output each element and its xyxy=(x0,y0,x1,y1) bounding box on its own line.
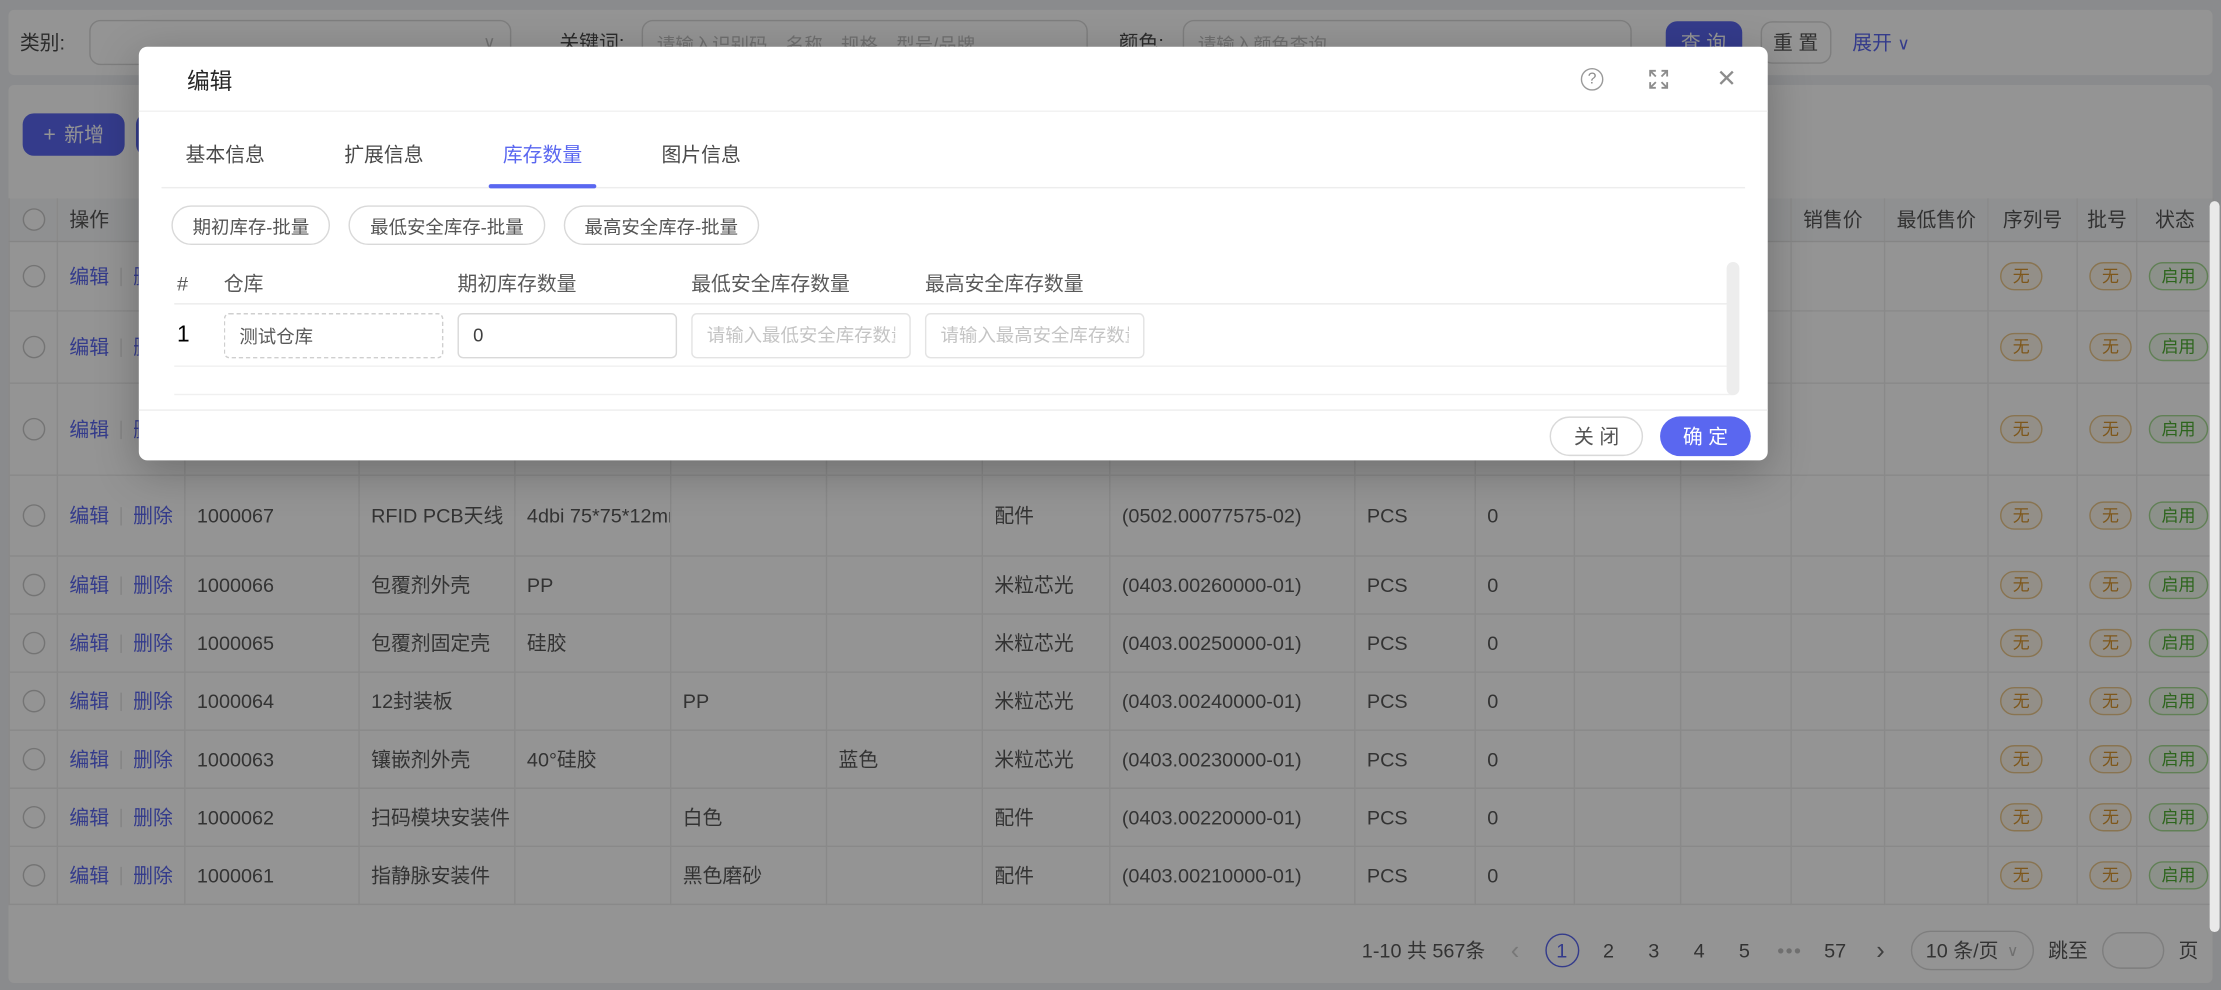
active-tab-ink-bar xyxy=(489,184,597,188)
page: 类别: ∨ 关键词: 请输入识别码、名称、规格、型号/品牌 颜色: 请输入颜色查… xyxy=(0,0,2221,990)
stock-row-index: 1 xyxy=(174,322,224,347)
modal-header: 编辑 ? ✕ xyxy=(139,47,1768,112)
batch-button[interactable]: 最低安全库存-批量 xyxy=(349,205,545,245)
stock-col-warehouse: 仓库 xyxy=(224,268,458,296)
min-stock-input[interactable] xyxy=(691,312,911,357)
tab-库存数量[interactable]: 库存数量 xyxy=(489,140,597,188)
max-stock-input[interactable] xyxy=(925,312,1145,357)
batch-button[interactable]: 最高安全库存-批量 xyxy=(563,205,759,245)
fullscreen-icon[interactable] xyxy=(1646,66,1671,91)
stock-empty-row xyxy=(174,367,1732,395)
close-icon[interactable]: ✕ xyxy=(1714,66,1739,91)
tab-基本信息[interactable]: 基本信息 xyxy=(171,140,279,188)
modal-tabs: 基本信息 扩展信息 库存数量 图片信息 xyxy=(139,112,1768,188)
tab-扩展信息[interactable]: 扩展信息 xyxy=(330,140,438,188)
confirm-button[interactable]: 确 定 xyxy=(1660,416,1750,456)
stock-col-max: 最高安全库存数量 xyxy=(925,268,1159,296)
page-scrollbar[interactable] xyxy=(2210,201,2220,932)
stock-table-scrollbar[interactable] xyxy=(1727,262,1740,395)
stock-col-index: # xyxy=(174,271,224,294)
tab-图片信息[interactable]: 图片信息 xyxy=(647,140,755,188)
batch-buttons: 期初库存-批量最低安全库存-批量最高安全库存-批量 xyxy=(171,205,1767,245)
stock-table-header: # 仓库 期初库存数量 最低安全库存数量 最高安全库存数量 xyxy=(174,262,1732,304)
edit-modal: 编辑 ? ✕ 基本信息 扩展信息 库存数量 图片信息 期初库存-批量最低安全库存-批量… xyxy=(139,47,1768,461)
warehouse-field: 测试仓库 xyxy=(224,312,444,357)
batch-button[interactable]: 期初库存-批量 xyxy=(171,205,330,245)
stock-table: # 仓库 期初库存数量 最低安全库存数量 最高安全库存数量 1 测试仓库 xyxy=(174,262,1732,395)
stock-row: 1 测试仓库 xyxy=(174,305,1732,367)
initial-stock-input[interactable] xyxy=(458,312,678,357)
help-icon[interactable]: ? xyxy=(1581,67,1604,90)
stock-col-min: 最低安全库存数量 xyxy=(691,268,925,296)
modal-title: 编辑 xyxy=(187,62,232,96)
stock-col-initial: 期初库存数量 xyxy=(458,268,692,296)
close-button[interactable]: 关 闭 xyxy=(1550,416,1643,456)
modal-footer: 关 闭 确 定 xyxy=(139,409,1768,460)
